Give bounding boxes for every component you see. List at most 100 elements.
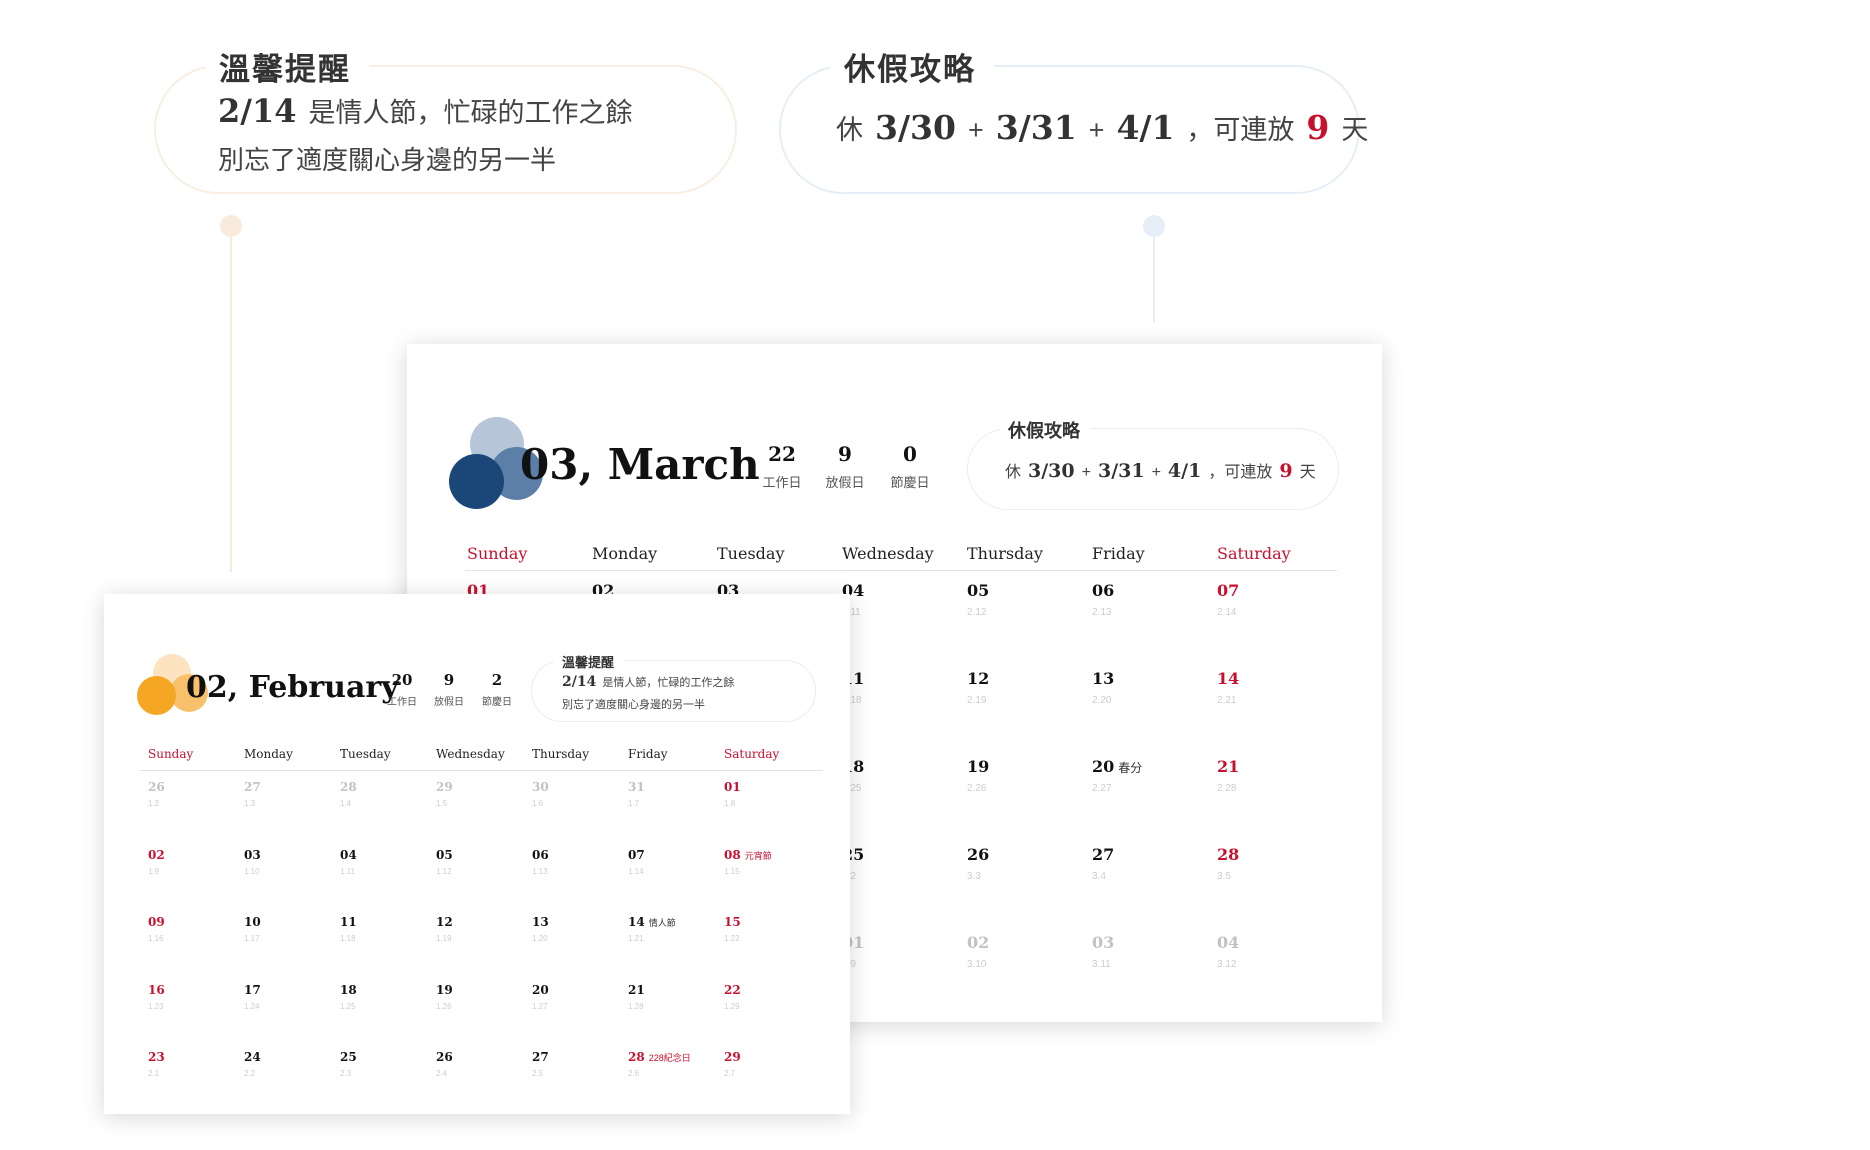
march-festivals-label: 節慶日: [890, 475, 930, 490]
february-calendar-card: 02, February 20 工作日 9 放假日 2 節慶日 溫馨提醒 2/1…: [104, 594, 850, 1114]
day-cell[interactable]: 07 2.14: [1217, 581, 1239, 618]
march-tip-date-1: 3/30: [1028, 460, 1075, 482]
reminder-date: 2/14: [218, 92, 297, 130]
day-cell[interactable]: 16 1.23: [148, 981, 165, 1011]
day-cell[interactable]: 25 2.3: [340, 1048, 357, 1078]
day-cell[interactable]: 09 1.16: [148, 913, 165, 943]
day-cell[interactable]: 26 2.4: [436, 1048, 453, 1078]
lunar-date: 1.9: [148, 866, 160, 876]
day-cell[interactable]: 29 1.5: [436, 778, 453, 808]
march-month-title: 03, March: [520, 440, 760, 489]
day-cell[interactable]: 19 1.26: [436, 981, 453, 1011]
march-tip-count: 9: [1279, 460, 1293, 482]
lunar-date: 3.4: [1092, 871, 1106, 882]
lunar-date: 1.15: [724, 866, 740, 876]
day-cell[interactable]: 13 1.20: [532, 913, 549, 943]
day-cell[interactable]: 28 228紀念日 2.6: [628, 1048, 691, 1078]
day-number: 03: [244, 847, 261, 862]
day-cell[interactable]: 21 2.28: [1217, 757, 1239, 794]
day-cell[interactable]: 13 2.20: [1092, 669, 1114, 706]
day-cell[interactable]: 29 2.7: [724, 1048, 741, 1078]
day-cell[interactable]: 22 1.29: [724, 981, 741, 1011]
day-number: 24: [244, 1050, 261, 1064]
feb-holidays-count: 9: [443, 671, 455, 689]
day-cell[interactable]: 14 2.21: [1217, 669, 1239, 706]
march-stat-holidays: 9 放假日: [815, 442, 875, 491]
weekday-monday: Monday: [592, 544, 658, 563]
feb-festivals-label: 節慶日: [482, 697, 512, 708]
day-cell[interactable]: 18 1.25: [340, 981, 357, 1011]
day-cell[interactable]: 28 1.4: [340, 778, 357, 808]
day-cell[interactable]: 08 元宵節 1.15: [724, 846, 772, 876]
day-cell[interactable]: 02 1.9: [148, 846, 165, 876]
vacation-count: 9: [1306, 108, 1330, 147]
march-tip-title: 休假攻略: [1000, 417, 1090, 443]
day-cell[interactable]: 05 2.12: [967, 581, 989, 618]
day-cell[interactable]: 04 3.12: [1217, 933, 1239, 970]
day-cell[interactable]: 03 3.11: [1092, 933, 1114, 970]
lunar-date: 3.11: [1092, 959, 1111, 970]
day-cell[interactable]: 26 1.2: [148, 778, 165, 808]
day-cell[interactable]: 01 1.8: [724, 778, 741, 808]
day-cell[interactable]: 02 3.10: [967, 933, 989, 970]
day-cell[interactable]: 27 2.5: [532, 1048, 549, 1078]
weekday-thursday: Thursday: [967, 544, 1043, 563]
feb-workdays-count: 20: [391, 671, 413, 689]
lunar-date: 1.10: [244, 866, 260, 876]
day-number: 23: [148, 1050, 165, 1064]
lunar-date: 1.25: [340, 1001, 356, 1011]
day-cell[interactable]: 26 3.3: [967, 845, 989, 882]
reminder-connector-line: [230, 237, 232, 572]
day-cell[interactable]: 23 2.1: [148, 1048, 165, 1078]
day-cell[interactable]: 07 1.14: [628, 846, 645, 876]
day-cell[interactable]: 12 1.19: [436, 913, 453, 943]
feb-stat-festivals: 2 節慶日: [475, 671, 519, 708]
day-cell[interactable]: 28 3.5: [1217, 845, 1239, 882]
day-cell[interactable]: 17 1.24: [244, 981, 261, 1011]
day-cell[interactable]: 04 1.11: [340, 846, 357, 876]
lunar-date: 1.23: [148, 1001, 164, 1011]
vacation-date-3: 4/1: [1116, 108, 1175, 147]
day-cell[interactable]: 03 1.10: [244, 846, 261, 876]
weekday-sunday: Sunday: [467, 544, 528, 563]
march-circle-dark: [449, 454, 504, 509]
day-cell[interactable]: 27 3.4: [1092, 845, 1114, 882]
day-cell[interactable]: 19 2.26: [967, 757, 989, 794]
day-cell[interactable]: 24 2.2: [244, 1048, 261, 1078]
march-tip-date-3: 4/1: [1167, 460, 1202, 482]
day-cell[interactable]: 11 1.18: [340, 913, 357, 943]
day-number: 07: [628, 847, 645, 862]
lunar-date: 1.16: [148, 934, 164, 943]
day-number: 08: [724, 847, 741, 862]
day-cell[interactable]: 10 1.17: [244, 913, 261, 943]
day-number: 30: [532, 780, 549, 794]
weekday-monday: Monday: [244, 747, 293, 761]
day-cell[interactable]: 12 2.19: [967, 669, 989, 706]
day-cell[interactable]: 20 1.27: [532, 981, 549, 1011]
day-cell[interactable]: 20 春分 2.27: [1092, 757, 1142, 794]
march-stat-festivals: 0 節慶日: [880, 442, 940, 491]
day-cell[interactable]: 27 1.3: [244, 778, 261, 808]
day-number: 03: [1092, 933, 1115, 952]
day-cell[interactable]: 05 1.12: [436, 846, 453, 876]
day-cell[interactable]: 31 1.7: [628, 778, 645, 808]
day-number: 22: [724, 982, 741, 997]
day-cell[interactable]: 30 1.6: [532, 778, 549, 808]
day-cell[interactable]: 06 2.13: [1092, 581, 1114, 618]
lunar-date: 1.5: [436, 799, 448, 808]
vacation-connector-line: [1153, 237, 1155, 323]
day-cell[interactable]: 06 1.13: [532, 846, 549, 876]
day-number: 04: [340, 847, 357, 862]
day-number: 29: [724, 1050, 741, 1064]
march-tip-prefix: 休: [1005, 464, 1022, 481]
festival-note: 228紀念日: [648, 1053, 691, 1063]
day-cell[interactable]: 15 1.22: [724, 913, 741, 943]
day-number: 10: [244, 915, 261, 929]
feb-holidays-label: 放假日: [434, 697, 464, 708]
lunar-date: 1.17: [244, 934, 260, 943]
day-number: 04: [1217, 933, 1240, 952]
day-cell[interactable]: 21 1.28: [628, 981, 645, 1011]
day-number: 11: [340, 915, 357, 929]
day-number: 26: [436, 1050, 453, 1064]
day-cell[interactable]: 14 情人節 1.21: [628, 913, 676, 943]
